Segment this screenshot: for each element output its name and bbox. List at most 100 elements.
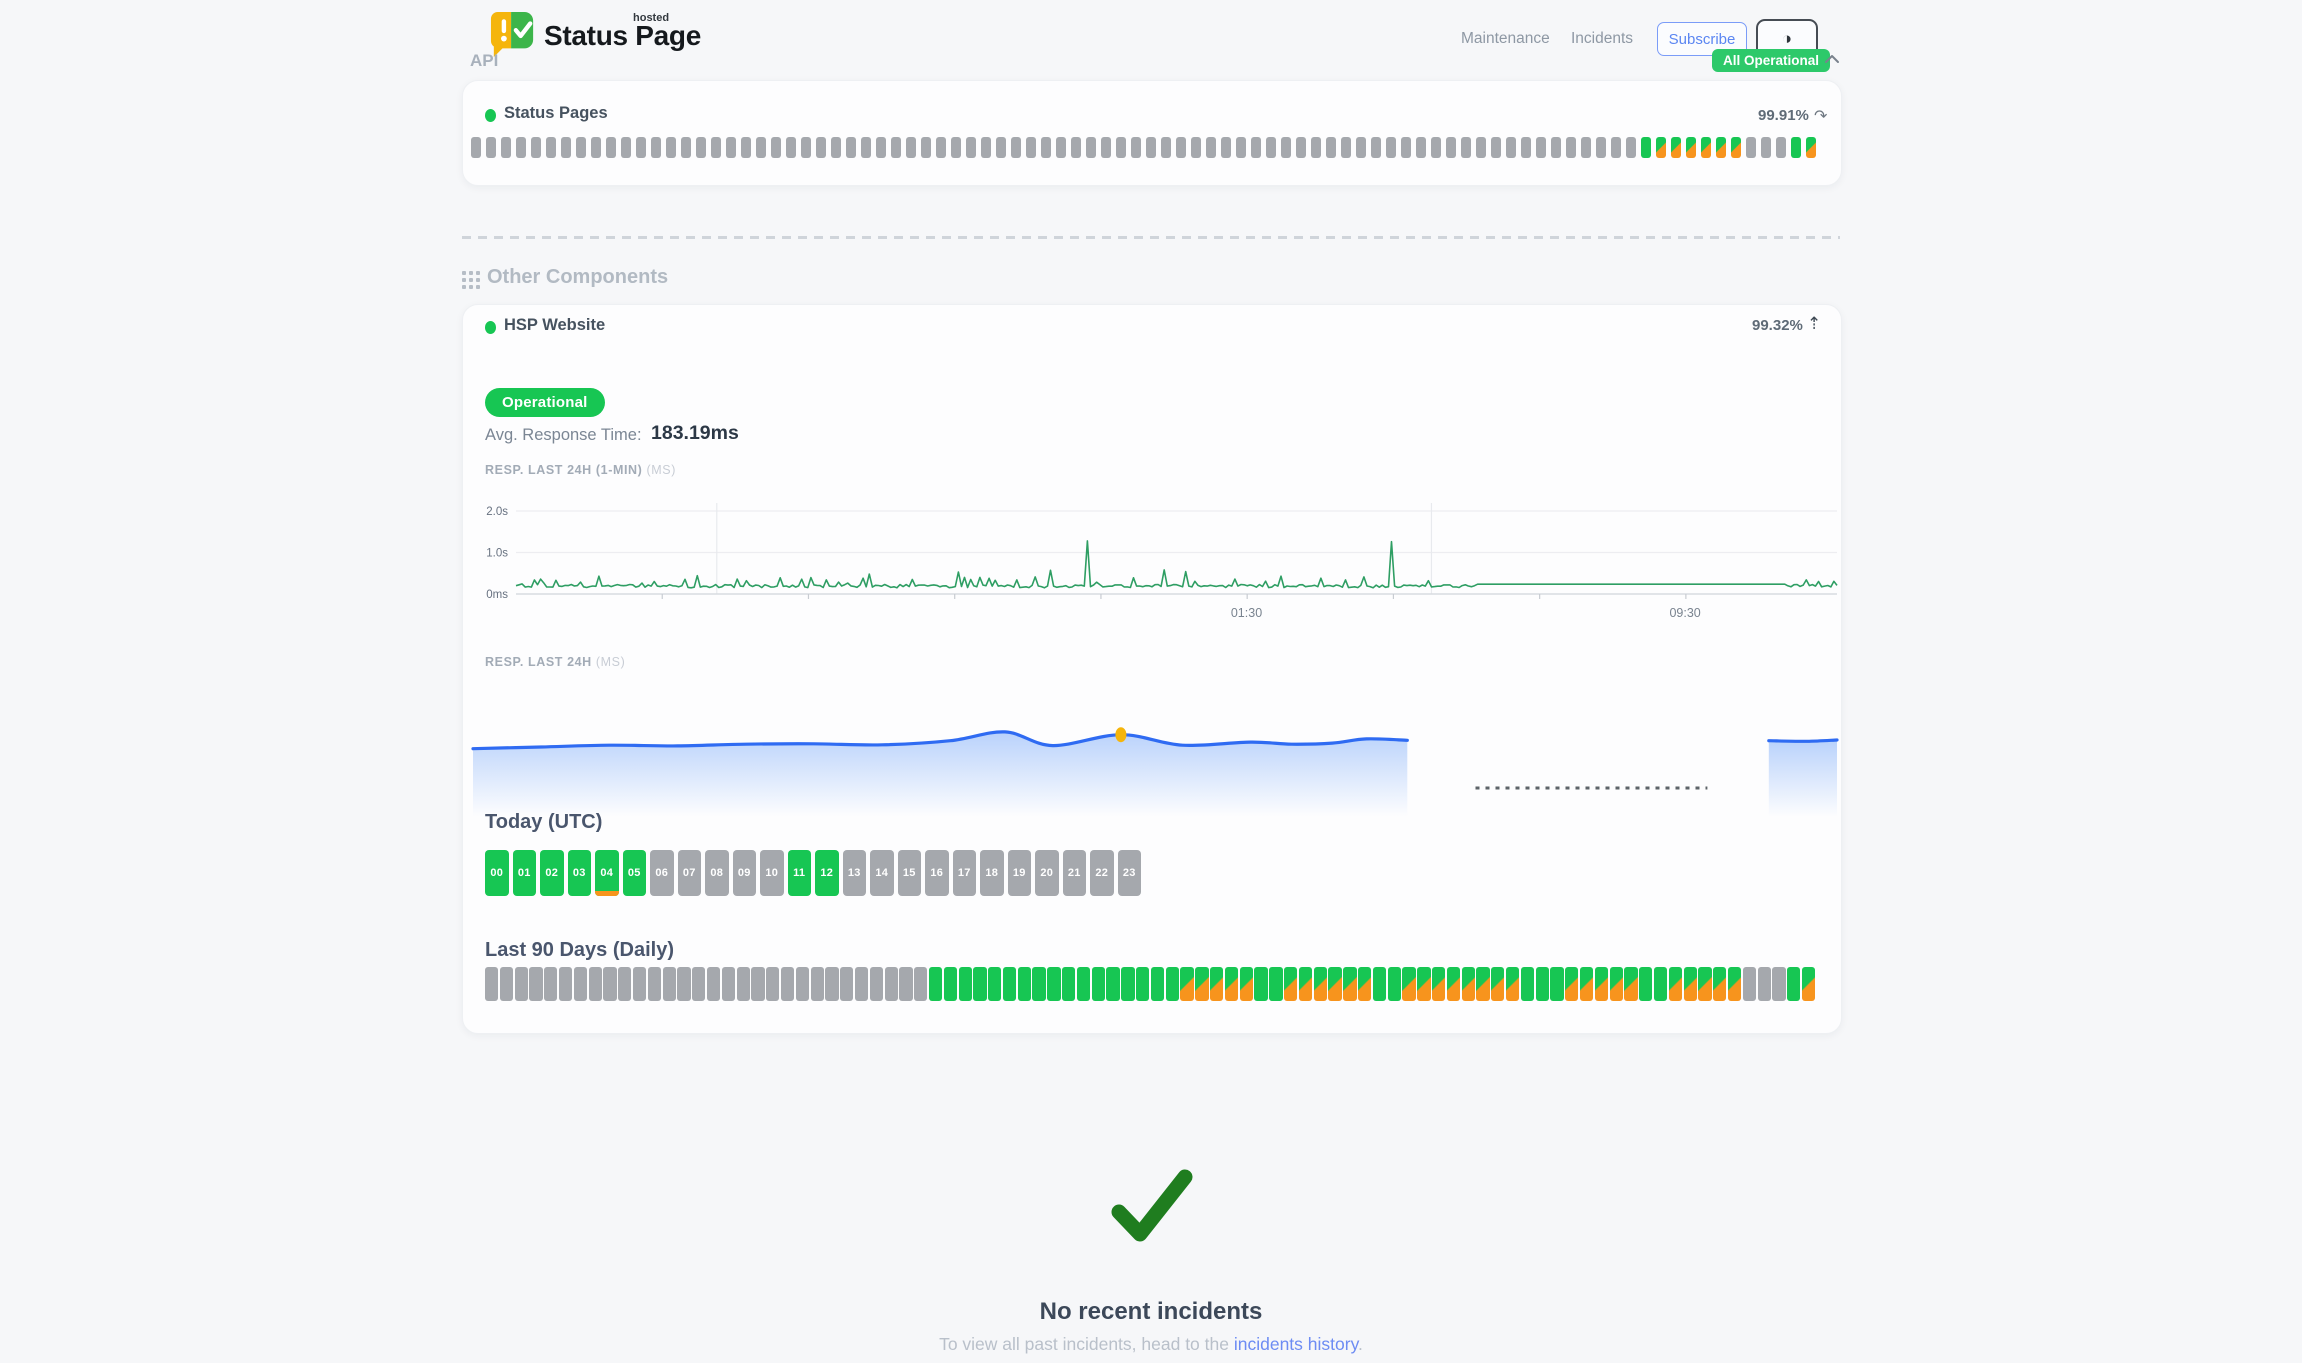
uptime-bar-g [1071, 137, 1081, 158]
uptime-bar-g [914, 967, 927, 1001]
uptime-bar-u [1136, 967, 1149, 1001]
uptime-bar-u [1032, 967, 1045, 1001]
check-icon [1108, 1168, 1196, 1246]
uptime-bar-g [831, 137, 841, 158]
uptime-bar-g [1281, 137, 1291, 158]
uptime-bar-u [1062, 967, 1075, 1001]
uptime-bar-d [1447, 967, 1460, 1001]
hour-block-01: 01 [513, 850, 537, 896]
uptime-bar-g [1026, 137, 1036, 158]
uptime-bar-u [1018, 967, 1031, 1001]
component-name: HSP Website [504, 316, 605, 335]
uptime-bar-g [1191, 137, 1201, 158]
uptime-bar-g [1101, 137, 1111, 158]
uptime-bar-g [648, 967, 661, 1001]
uptime-bar-u [1639, 967, 1652, 1001]
highlight-point [1115, 727, 1126, 742]
refresh-icon[interactable]: ↷ [1814, 106, 1827, 126]
uptime-bar-g [486, 137, 496, 158]
last90-title: Last 90 Days (Daily) [485, 939, 674, 962]
today-hours: 0001020304050607080910111213141516171819… [485, 850, 1141, 896]
uptime-bar-g [751, 967, 764, 1001]
uptime-bar-u [1388, 967, 1401, 1001]
uptime-bar-u [1106, 967, 1119, 1001]
nav-maintenance[interactable]: Maintenance [1461, 30, 1550, 48]
uptime-bar-g [696, 137, 706, 158]
hour-block-20: 20 [1035, 850, 1059, 896]
uptime-bar-g [603, 967, 616, 1001]
brand-superscript: hosted [633, 12, 669, 24]
hsp-website-card: HSP Website 99.32% ⇡ Operational Avg. Re… [462, 304, 1842, 1034]
chevron-up-icon[interactable] [1824, 53, 1840, 65]
uptime-bar-u [1092, 967, 1105, 1001]
uptime-bar-g [726, 137, 736, 158]
uptime-bar-g [1761, 137, 1771, 158]
hour-block-09: 09 [733, 850, 757, 896]
uptime-bar-g [500, 967, 513, 1001]
uptime-bar-g [737, 967, 750, 1001]
uptime-bar-g [1371, 137, 1381, 158]
svg-text:01:30: 01:30 [1231, 606, 1262, 620]
uptime-bar-g [921, 137, 931, 158]
uptime-bar-g [1131, 137, 1141, 158]
uptime-bar-d [1358, 967, 1371, 1001]
last90-bars [485, 967, 1815, 1001]
api-group-title: API [470, 51, 498, 71]
uptime-bar-g [796, 967, 809, 1001]
hour-block-14: 14 [870, 850, 894, 896]
uptime-bar-g [576, 137, 586, 158]
nav-incidents[interactable]: Incidents [1571, 30, 1633, 48]
uptime-bar-g [621, 137, 631, 158]
avg-response-value: 183.19ms [651, 422, 739, 445]
uptime-bar-d [1417, 967, 1430, 1001]
uptime-bar-g [559, 967, 572, 1001]
uptime-bar-g [1461, 137, 1471, 158]
uptime-bar-d [1624, 967, 1637, 1001]
uptime-bar-g [544, 967, 557, 1001]
uptime-bar-g [1476, 137, 1486, 158]
uptime-bar-u [1791, 137, 1801, 158]
uptime-bar-g [1296, 137, 1306, 158]
hour-block-06: 06 [650, 850, 674, 896]
status-pages-bars [471, 137, 1816, 158]
hour-block-11: 11 [788, 850, 812, 896]
hour-block-07: 07 [678, 850, 702, 896]
uptime-bar-g [951, 137, 961, 158]
uptime-bar-d [1806, 137, 1816, 158]
uptime-bar-g [1536, 137, 1546, 158]
uptime-bar-g [981, 137, 991, 158]
uptime-bar-g [677, 967, 690, 1001]
uptime-bar-d [1343, 967, 1356, 1001]
uptime-bar-g [529, 967, 542, 1001]
uptime-bar-g [1416, 137, 1426, 158]
uptime-bar-d [1210, 967, 1223, 1001]
uptime-bar-d [1491, 967, 1504, 1001]
operational-dot [485, 321, 496, 334]
uptime-bar-g [891, 137, 901, 158]
uptime-bar-g [816, 137, 826, 158]
uptime-bar-g [1311, 137, 1321, 158]
uptime-bar-g [1401, 137, 1411, 158]
brand-name: Status Page [544, 20, 701, 52]
hour-block-18: 18 [980, 850, 1004, 896]
uptime-bar-g [651, 137, 661, 158]
hour-block-03: 03 [568, 850, 592, 896]
grid-icon [462, 271, 480, 289]
hour-block-15: 15 [898, 850, 922, 896]
resp-24h-area-chart [463, 669, 1841, 831]
hour-block-12: 12 [815, 850, 839, 896]
uptime-bar-u [988, 967, 1001, 1001]
section-divider [462, 236, 1840, 239]
operational-dot [485, 109, 496, 122]
theme-toggle-icon: ◑ [1782, 29, 1792, 49]
chart1-unit: (MS) [647, 463, 676, 477]
hour-block-05: 05 [623, 850, 647, 896]
uptime-bar-g [574, 967, 587, 1001]
incidents-history-link[interactable]: incidents history [1234, 1334, 1358, 1354]
uptime-bar-g [786, 137, 796, 158]
uptime-bar-u [1654, 967, 1667, 1001]
uptime-bar-g [1746, 137, 1756, 158]
uptime-bar-g [771, 137, 781, 158]
status-badge: All Operational [1712, 49, 1830, 72]
uptime-bar-d [1656, 137, 1666, 158]
